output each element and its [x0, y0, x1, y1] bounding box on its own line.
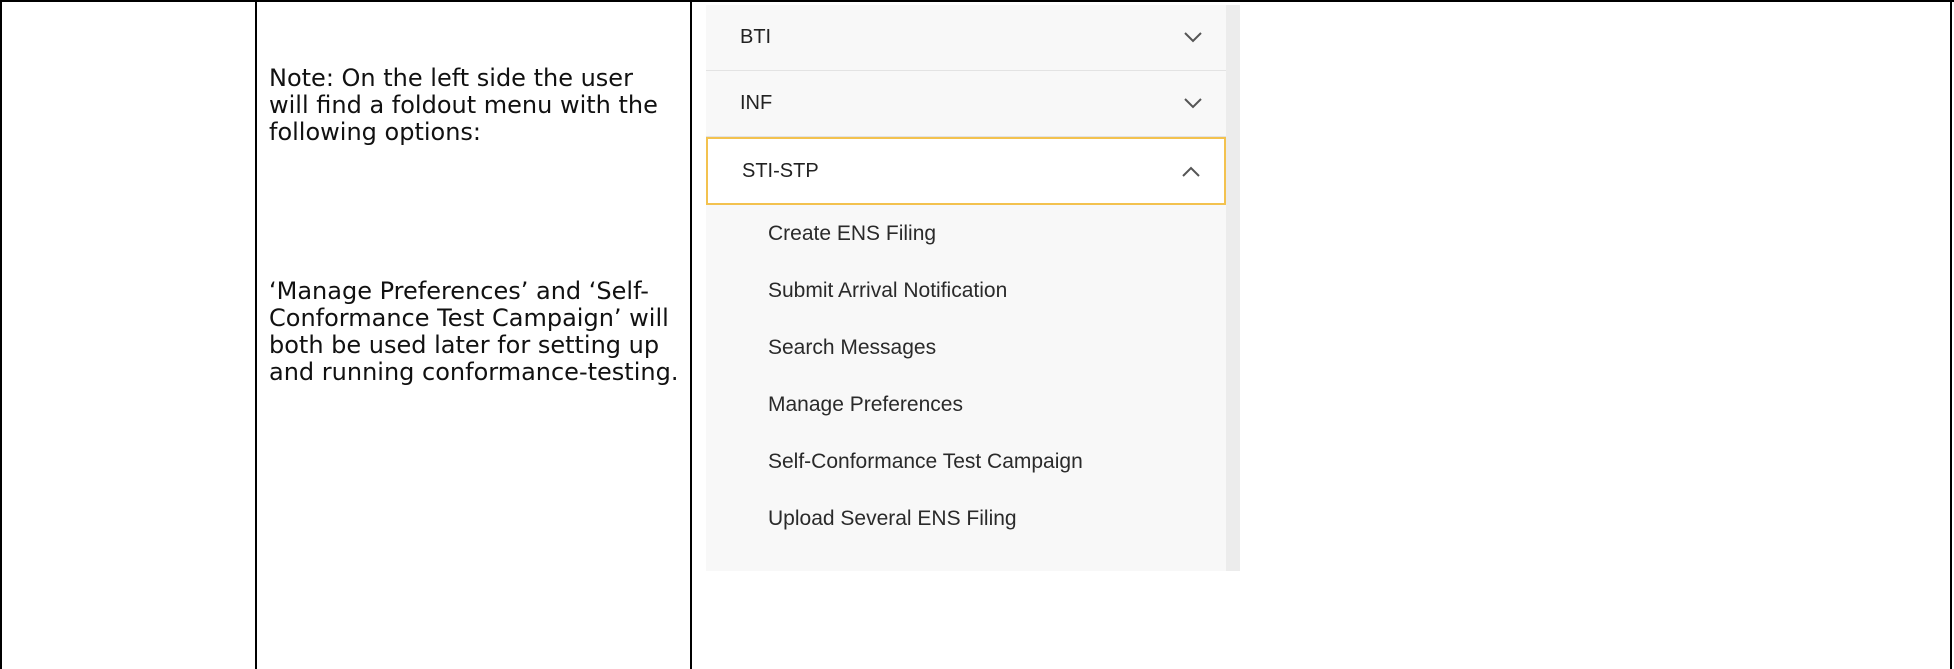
table-column-divider	[690, 0, 692, 669]
note-paragraph-2: ‘Manage Preferences’ and ‘Self-Conforman…	[269, 277, 679, 386]
menu-group-label: INF	[740, 92, 773, 114]
chevron-down-icon	[1182, 93, 1204, 115]
table-column-divider	[1950, 0, 1952, 669]
menu-item-self-conformance-test-campaign[interactable]: Self-Conformance Test Campaign	[706, 433, 1226, 490]
menu-item-manage-preferences[interactable]: Manage Preferences	[706, 376, 1226, 433]
foldout-menu: BTI INF STI-STP Create ENS Filing Submit…	[706, 5, 1240, 571]
menu-group-inf[interactable]: INF	[706, 71, 1226, 137]
sti-stp-submenu: Create ENS Filing Submit Arrival Notific…	[706, 205, 1226, 547]
menu-item-search-messages[interactable]: Search Messages	[706, 319, 1226, 376]
menu-group-label: BTI	[740, 26, 772, 48]
menu-group-bti[interactable]: BTI	[706, 5, 1226, 71]
menu-list: BTI INF STI-STP Create ENS Filing Submit…	[706, 5, 1226, 547]
menu-item-submit-arrival-notification[interactable]: Submit Arrival Notification	[706, 262, 1226, 319]
table-top-border	[0, 0, 1954, 2]
menu-scrollbar[interactable]	[1226, 5, 1240, 571]
table-column-divider	[255, 0, 257, 669]
menu-item-create-ens-filing[interactable]: Create ENS Filing	[706, 205, 1226, 262]
menu-item-upload-several-ens-filing[interactable]: Upload Several ENS Filing	[706, 490, 1226, 547]
chevron-down-icon	[1182, 27, 1204, 49]
table-column-divider	[0, 0, 2, 669]
instruction-note: Note: On the left side the user will fin…	[269, 11, 679, 413]
menu-group-label: STI-STP	[742, 159, 819, 182]
menu-group-sti-stp[interactable]: STI-STP	[706, 137, 1226, 205]
note-paragraph-1: Note: On the left side the user will fin…	[269, 64, 666, 146]
chevron-up-icon	[1180, 160, 1202, 182]
